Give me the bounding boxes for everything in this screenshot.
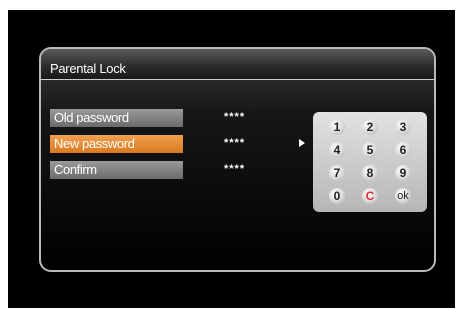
old-password-value: **** [224,111,246,123]
key-5[interactable]: 5 [362,142,378,158]
key-7[interactable]: 7 [329,165,345,181]
key-0[interactable]: 0 [329,188,345,204]
old-password-field[interactable]: Old password [50,109,183,127]
new-password-field[interactable]: New password [50,135,183,153]
dialog-title: Parental Lock [50,61,126,76]
new-password-value: **** [224,137,246,149]
numeric-keypad: 1 2 3 4 5 6 7 8 9 0 C ok [313,112,427,212]
key-6[interactable]: 6 [395,142,411,158]
clear-key[interactable]: C [362,188,378,204]
tv-screen: Parental Lock Old password **** New pass… [8,10,455,308]
key-1[interactable]: 1 [329,119,345,135]
key-2[interactable]: 2 [362,119,378,135]
pointer-arrow-icon [299,139,305,147]
confirm-value: **** [224,163,246,175]
key-8[interactable]: 8 [362,165,378,181]
confirm-field[interactable]: Confirm [50,161,183,179]
key-4[interactable]: 4 [329,142,345,158]
ok-key[interactable]: ok [395,188,411,204]
parental-lock-dialog: Parental Lock Old password **** New pass… [39,47,436,272]
key-3[interactable]: 3 [395,119,411,135]
key-9[interactable]: 9 [395,165,411,181]
dialog-titlebar: Parental Lock [41,49,434,80]
